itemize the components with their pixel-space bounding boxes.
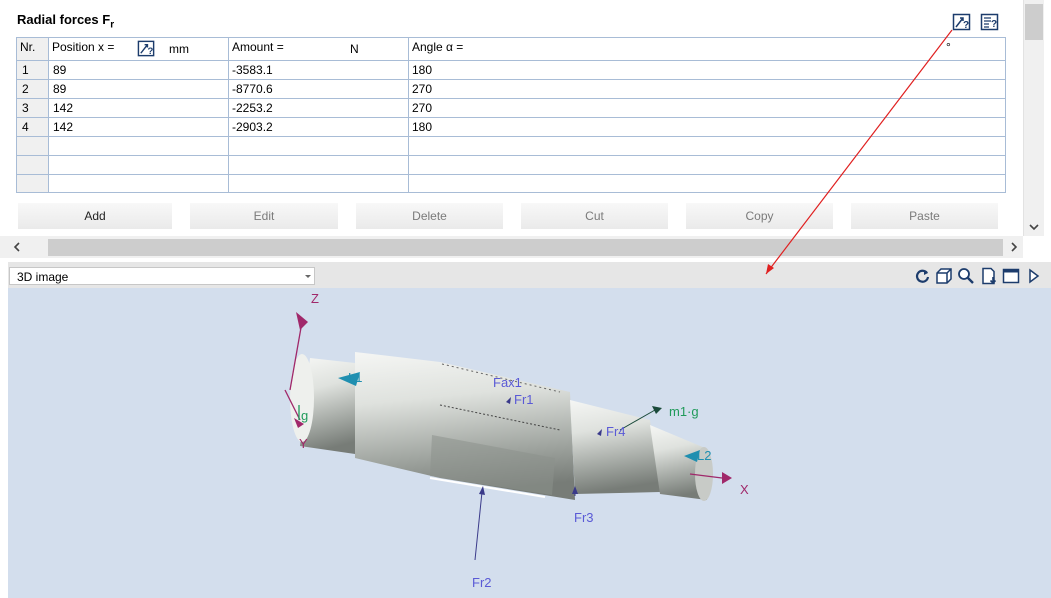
weight-label: m1·g	[669, 404, 699, 419]
bearing-l2-label: L2	[697, 448, 712, 463]
axis-z-label: Z	[311, 291, 319, 306]
force-fr4-label: Fr4	[606, 424, 626, 439]
force-fax1-label: Fax1	[493, 375, 522, 390]
shaft-3d-drawing	[284, 29, 953, 561]
axis-y-label: Y	[299, 436, 308, 451]
annotation-arrow	[765, 29, 953, 275]
force-fr3-label: Fr3	[574, 510, 594, 525]
axis-x-label: X	[740, 482, 749, 497]
gravity-label: g	[301, 408, 309, 423]
bearing-l1-label: L1	[348, 370, 363, 385]
force-fr2-label: Fr2	[472, 575, 492, 590]
force-fr2	[474, 491, 483, 561]
force-fr1-label: Fr1	[514, 392, 534, 407]
